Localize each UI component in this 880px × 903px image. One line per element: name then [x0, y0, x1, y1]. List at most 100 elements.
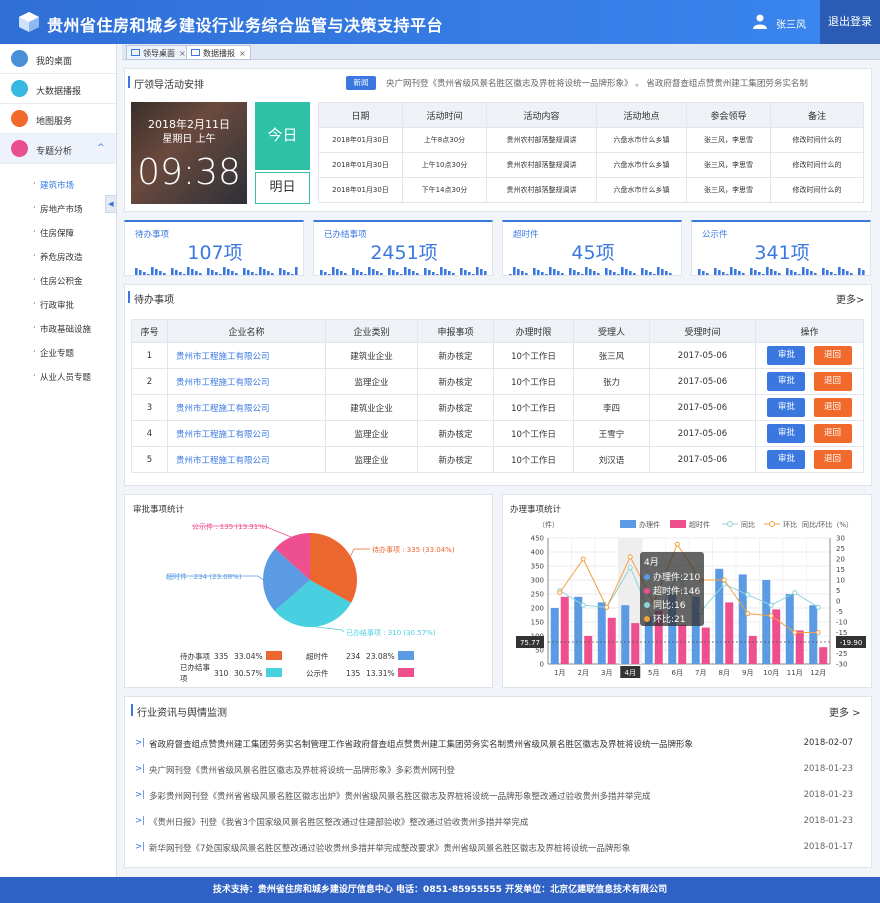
table-row[interactable]: 2018年01月30日 下午14点30分 贵州农村部落整规调讲 六盘水市什么乡镇 张三风… — [318, 177, 864, 203]
spark-bar — [392, 270, 395, 275]
spark-bar — [573, 270, 576, 275]
table-row[interactable]: 2018年01月30日 上午10点30分 贵州农村部落整规调讲 六盘水市什么乡镇 张三风… — [318, 152, 864, 178]
footer: 技术支持：贵州省住房和城乡建设厅信息中心 电话：0851-85955555 开发… — [0, 877, 880, 903]
table-cell: 10个工作日 — [493, 420, 574, 447]
stat-card-public[interactable]: 公示件 341项 — [691, 220, 871, 276]
nav-label: 我的桌面 — [36, 57, 73, 67]
spark-bar — [428, 270, 431, 275]
spark-bar — [818, 275, 821, 276]
company-link[interactable]: 贵州市工程施工有限公司 — [167, 368, 326, 395]
approve-button[interactable]: 审批 — [767, 450, 806, 469]
reject-button[interactable]: 退回 — [813, 372, 852, 391]
nav-item-map[interactable]: 地图服务 — [0, 104, 116, 134]
sub-item-enterprise[interactable]: · 企业专题 — [0, 340, 116, 364]
table-row[interactable]: 2018年01月30日 上午8点30分 贵州农村部落整规调讲 六盘水市什么乡镇 张三风，… — [318, 127, 864, 153]
spark-bar — [291, 274, 294, 275]
reject-button[interactable]: 退回 — [813, 398, 852, 417]
reject-button[interactable]: 退回 — [813, 346, 852, 365]
tab-data-broadcast[interactable]: 数据播报 × — [186, 45, 251, 60]
news-marquee[interactable]: 央广网刊登《贵州省级风景名胜区徽志及界桩将设统一品牌形象》 。 省政府督查组点赞… — [386, 77, 872, 91]
sub-item-approval[interactable]: · 行政审批 — [0, 292, 116, 316]
logout-button[interactable]: 退出登录 — [820, 0, 880, 44]
nav-item-desktop[interactable]: 我的桌面 — [0, 44, 116, 74]
stat-card-completed[interactable]: 已办结事项 2451项 — [313, 220, 493, 276]
approve-button[interactable]: 审批 — [767, 424, 806, 443]
stat-card-overdue[interactable]: 超时件 45项 — [502, 220, 682, 276]
spark-bar — [537, 270, 540, 275]
spark-bar — [424, 268, 427, 275]
approve-button[interactable]: 审批 — [767, 346, 806, 365]
spark-bar — [529, 275, 532, 276]
sub-item-real-estate[interactable]: · 房地产市场 — [0, 196, 116, 220]
spark-bar — [340, 271, 343, 275]
table-row: 1 贵州市工程施工有限公司 建筑业企业 新办核定 10个工作日 张三风 2017-05-06… — [131, 342, 864, 369]
spark-bar — [468, 272, 471, 275]
spark-bar — [669, 273, 672, 275]
spark-bar — [726, 274, 729, 275]
x-tick-label: 2月 — [578, 669, 589, 677]
sub-label: 建筑市场 — [40, 181, 75, 191]
company-link[interactable]: 贵州市工程施工有限公司 — [167, 342, 326, 369]
spark-bar — [730, 267, 733, 275]
nav-item-analysis[interactable]: 专题分析 ^ — [0, 134, 116, 164]
table-cell: 张三风，李思雪 — [686, 177, 771, 203]
sparkline — [135, 267, 298, 276]
news-item[interactable]: >| 央广网刊登《贵州省级风景名胜区徽志及界桩将设统一品牌形象》多彩贵州网刊登 20… — [133, 763, 865, 777]
reject-button[interactable]: 退回 — [813, 424, 852, 443]
spark-bar — [275, 275, 278, 276]
table-cell: 新办核定 — [417, 446, 494, 473]
news-item[interactable]: >| 新华网刊登《7处国家级风景名胜区整改通过验收贵州多措并举完成整改要求》贵州省… — [133, 841, 865, 855]
sidebar-collapse-button[interactable]: ◀ — [105, 195, 117, 213]
close-icon[interactable]: × — [179, 49, 186, 58]
sub-label: 养危房改造 — [40, 253, 83, 263]
spark-bar — [810, 271, 813, 275]
sub-item-personnel[interactable]: · 从业人员专题 — [0, 364, 116, 388]
tomorrow-button[interactable]: 明日 — [255, 172, 310, 204]
table-cell: 贵州农村部落整规调讲 — [486, 177, 597, 203]
nav-item-bigdata[interactable]: 大数据播报 — [0, 74, 116, 104]
action-cell: 审批 退回 — [755, 420, 864, 447]
today-button[interactable]: 今日 — [255, 102, 310, 170]
spark-bar — [553, 269, 556, 275]
spark-bar — [324, 272, 327, 275]
news-more-link[interactable]: 更多 > — [829, 704, 861, 719]
close-icon[interactable]: × — [239, 49, 246, 58]
bullet-icon: · — [33, 275, 36, 285]
stat-card-pending[interactable]: 待办事项 107项 — [124, 220, 304, 276]
bullet-icon: · — [33, 203, 36, 213]
company-link[interactable]: 贵州市工程施工有限公司 — [167, 420, 326, 447]
table-row: 3 贵州市工程施工有限公司 建筑业企业 新办核定 10个工作日 李四 2017-05-06 审… — [131, 394, 864, 421]
column-header: 序号 — [131, 319, 168, 343]
table-cell: 监理企业 — [325, 420, 418, 447]
line-point — [721, 577, 727, 583]
news-item[interactable]: >| 多彩贵州网刊登《贵州省省级风景名胜区徽志出炉》贵州省级风景名胜区徽志及界桩将… — [133, 789, 865, 803]
chart-icon — [11, 80, 28, 97]
spark-bar — [561, 273, 564, 275]
spark-bar — [420, 275, 423, 276]
bullet-icon: · — [33, 227, 36, 237]
activities-title: 厅领导活动安排 — [128, 76, 204, 91]
news-item[interactable]: >| 省政府督查组点赞贵州建工集团劳务实名制管理工作省政府督查组点赞贵州建工集团劳… — [133, 737, 865, 751]
spark-bar — [404, 267, 407, 275]
reject-button[interactable]: 退回 — [813, 450, 852, 469]
sub-item-fund[interactable]: · 住房公积金 — [0, 268, 116, 292]
user-menu[interactable]: 张三风 — [748, 0, 820, 44]
news-item[interactable]: >| 《贵州日报》刊登《我省3个国家级风景名胜区整改通过住建部验收》整改通过验收贵… — [133, 815, 865, 829]
company-link[interactable]: 贵州市工程施工有限公司 — [167, 446, 326, 473]
sub-item-construction-market[interactable]: · 建筑市场 — [0, 172, 116, 196]
sub-item-infrastructure[interactable]: · 市政基础设施 — [0, 316, 116, 340]
todo-more-link[interactable]: 更多> — [836, 291, 864, 306]
legend-label: 环比 — [783, 520, 797, 529]
legend-value: 234 — [346, 652, 361, 661]
approve-button[interactable]: 审批 — [767, 372, 806, 391]
spark-bar — [862, 270, 865, 275]
sub-item-housing[interactable]: · 住房保障 — [0, 220, 116, 244]
approve-button[interactable]: 审批 — [767, 398, 806, 417]
tab-leader-desktop[interactable]: 领导桌面 × — [126, 45, 191, 60]
tab-label: 数据播报 — [203, 49, 235, 58]
spark-bar — [171, 268, 174, 275]
sub-item-renovation[interactable]: · 养危房改造 — [0, 244, 116, 268]
window-icon — [191, 49, 200, 56]
spark-bar — [376, 271, 379, 275]
company-link[interactable]: 贵州市工程施工有限公司 — [167, 394, 326, 421]
